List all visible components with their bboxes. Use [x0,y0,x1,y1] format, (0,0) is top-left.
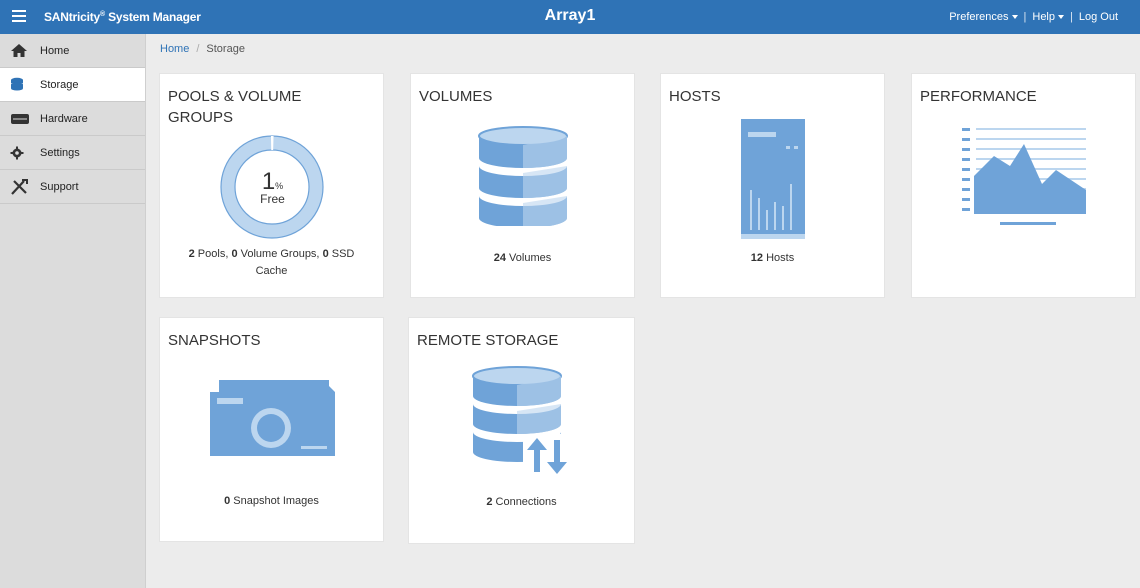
home-icon [10,43,32,59]
free-unit: % [275,181,284,191]
separator: | [1023,11,1027,23]
performance-chart-icon [962,128,1086,225]
volumes-summary: 24 Volumes [411,250,634,267]
database-icon [10,77,32,93]
pools-summary: 2 Pools, 0 Volume Groups, 0 SSD Cache [160,246,383,280]
camera-icon [210,380,335,456]
breadcrumb-home-link[interactable]: Home [160,43,189,55]
breadcrumb-separator: / [196,43,200,55]
sidebar-item-home[interactable]: Home [0,34,145,68]
free-label: Free [260,192,285,206]
volume-groups-text: Volume Groups, [237,248,323,260]
breadcrumb-current: Storage [206,43,245,55]
tile-performance[interactable]: PERFORMANCE [911,73,1136,298]
hamburger-menu-icon[interactable] [12,10,26,22]
gear-icon [10,145,32,161]
tile-snapshots[interactable]: SNAPSHOTS 0 Snapshot Images [159,317,384,542]
sidebar-item-label: Home [40,44,70,57]
hardware-icon [10,111,32,127]
hosts-text: Hosts [763,252,795,264]
tile-pools-volume-groups[interactable]: POOLS & VOLUME GROUPS 1% Free 2 Pools, 0… [159,73,384,298]
volumes-text: Volumes [506,252,552,264]
pools-text: Pools, [194,248,232,260]
tools-icon [10,178,32,195]
sidebar-item-label: Storage [40,78,79,91]
free-value: 1 [261,168,276,195]
volumes-count: 24 [493,252,506,264]
tile-title: POOLS & VOLUME GROUPS [168,88,302,126]
connections-text: Connections [492,496,557,508]
app-title: SANtricity® System Manager [44,10,201,24]
chevron-down-icon [1058,15,1064,20]
tile-remote-storage[interactable]: REMOTE STORAGE 2 Connections [408,317,635,544]
database-icon [478,126,568,226]
hosts-summary: 12 Hosts [661,250,884,267]
tile-title: REMOTE STORAGE [417,332,559,349]
snapshots-summary: 0 Snapshot Images [160,493,383,510]
hosts-count: 12 [750,252,764,264]
header-links: Preferences | Help | Log Out [949,11,1118,23]
tile-title: PERFORMANCE [920,88,1037,105]
tile-title: VOLUMES [419,88,493,105]
help-menu[interactable]: Help [1032,11,1064,23]
server-icon [741,119,805,239]
sidebar-item-settings[interactable]: Settings [0,136,145,170]
logout-link[interactable]: Log Out [1079,11,1118,23]
snapshots-text: Snapshot Images [230,495,319,507]
tile-title: SNAPSHOTS [168,332,261,349]
chevron-down-icon [1011,15,1018,20]
sidebar: Home Storage Hardware Settings Support [0,34,146,588]
preferences-menu[interactable]: Preferences [949,11,1018,23]
sidebar-item-storage[interactable]: Storage [0,68,145,102]
tile-title: HOSTS [669,88,721,105]
sidebar-item-label: Support [40,180,79,193]
tile-hosts[interactable]: HOSTS 12 Hosts [660,73,885,298]
sidebar-item-hardware[interactable]: Hardware [0,102,145,136]
separator: | [1070,11,1073,23]
sidebar-item-label: Hardware [40,112,88,125]
sidebar-item-label: Settings [40,146,80,159]
remote-storage-summary: 2 Connections [409,494,634,511]
breadcrumb: Home / Storage [160,43,245,55]
top-bar: SANtricity® System Manager Array1 Prefer… [0,0,1140,34]
tile-volumes[interactable]: VOLUMES 24 Volumes [410,73,635,298]
remote-storage-icon [472,366,571,478]
sidebar-item-support[interactable]: Support [0,170,145,204]
